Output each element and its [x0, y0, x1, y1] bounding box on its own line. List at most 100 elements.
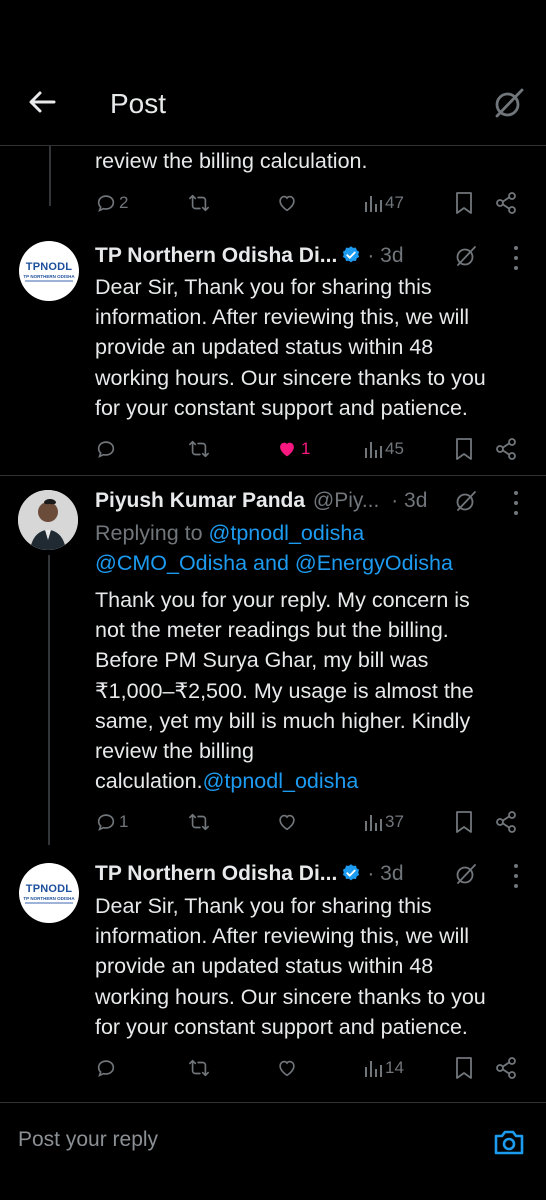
repost-button[interactable] — [187, 1053, 211, 1083]
reply-button[interactable]: 1 — [95, 807, 128, 837]
share-icon — [496, 192, 516, 214]
mention-link[interactable]: @tpnodl_odisha — [209, 521, 365, 545]
author-name[interactable]: Piyush Kumar Panda — [95, 489, 305, 512]
like-count: 1 — [301, 439, 311, 458]
top-app-bar: Post — [0, 60, 546, 146]
repost-icon — [189, 194, 209, 212]
views-button[interactable]: 47 — [363, 188, 404, 218]
bookmark-icon — [456, 1057, 472, 1079]
share-button[interactable] — [495, 807, 517, 837]
like-button[interactable] — [275, 1053, 299, 1083]
views-icon — [365, 442, 382, 458]
views-button[interactable]: 37 — [363, 807, 404, 837]
post-text: Thank you for your reply. My concern is … — [95, 588, 474, 794]
author-name[interactable]: TP Northern Odisha Di... — [95, 862, 337, 885]
views-button[interactable]: 14 — [363, 1053, 404, 1083]
avatar[interactable]: TPNODL TP NORTHERN ODISHA — [19, 241, 79, 301]
reply-icon — [97, 1060, 115, 1077]
grok-icon[interactable] — [454, 862, 478, 886]
replying-label: Replying to — [95, 521, 209, 545]
replying-and: and — [247, 551, 295, 576]
post-text: Dear Sir, Thank you for sharing this inf… — [95, 894, 486, 1039]
verified-icon — [343, 246, 360, 263]
avatar-logo-text: TPNODL — [25, 883, 73, 895]
repost-icon — [189, 1059, 209, 1077]
views-count: 14 — [385, 1058, 404, 1077]
avatar-logo-line — [25, 280, 73, 282]
avatar[interactable]: TPNODL TP NORTHERN ODISHA — [19, 863, 79, 923]
bookmark-icon — [456, 192, 472, 214]
repost-button[interactable] — [187, 807, 211, 837]
reply-input[interactable]: Post your reply — [18, 1128, 158, 1152]
views-count: 37 — [385, 812, 404, 831]
repost-button[interactable] — [187, 188, 211, 218]
repost-button[interactable] — [187, 434, 211, 464]
share-button[interactable] — [495, 434, 517, 464]
thread-line — [48, 555, 50, 845]
mention-link[interactable]: @CMO_Odisha — [95, 551, 247, 575]
replying-to: Replying to @tpnodl_odisha @CMO_Odisha a… — [95, 518, 453, 578]
views-icon — [365, 815, 382, 831]
page-title: Post — [110, 88, 167, 119]
post-header: TP Northern Odisha Di... · 3d — [95, 859, 404, 889]
avatar-logo-text: TPNODL — [25, 261, 73, 273]
post-time[interactable]: · 3d — [367, 862, 403, 885]
bookmark-icon — [456, 438, 472, 460]
more-icon[interactable] — [512, 864, 520, 888]
bookmark-button[interactable] — [454, 434, 474, 464]
grok-icon[interactable] — [454, 489, 478, 513]
mention-link[interactable]: @EnergyOdisha — [295, 551, 453, 575]
back-arrow-icon[interactable] — [26, 86, 58, 118]
avatar-logo-subtext: TP NORTHERN ODISHA — [23, 896, 75, 901]
more-icon[interactable] — [512, 491, 520, 515]
like-button[interactable] — [275, 807, 299, 837]
like-button[interactable]: 1 — [275, 434, 310, 464]
reply-button[interactable]: 2 — [95, 188, 128, 218]
grok-icon[interactable] — [492, 86, 526, 120]
post-header: TP Northern Odisha Di... · 3d — [95, 241, 404, 271]
avatar[interactable] — [18, 490, 78, 550]
views-icon — [365, 196, 382, 212]
reply-icon — [97, 195, 115, 212]
post-divider — [0, 475, 546, 476]
more-icon[interactable] — [512, 246, 520, 270]
views-count: 45 — [385, 439, 404, 458]
bookmark-button[interactable] — [454, 188, 474, 218]
bookmark-button[interactable] — [454, 1053, 474, 1083]
views-button[interactable]: 45 — [363, 434, 404, 464]
header-divider — [0, 145, 546, 146]
share-icon — [496, 811, 516, 833]
mention-link[interactable]: @tpnodl_odisha — [203, 769, 359, 793]
grok-icon[interactable] — [454, 244, 478, 268]
avatar-logo-subtext: TP NORTHERN ODISHA — [23, 274, 75, 279]
top-post-text: review the billing calculation. — [95, 149, 368, 173]
reply-icon — [97, 441, 115, 458]
like-icon — [279, 814, 295, 831]
bookmark-button[interactable] — [454, 807, 474, 837]
avatar-logo-line — [25, 902, 73, 904]
like-button[interactable] — [275, 188, 299, 218]
thread-line-top — [49, 146, 51, 206]
share-button[interactable] — [495, 188, 517, 218]
like-icon — [280, 442, 294, 457]
bookmark-icon — [456, 811, 472, 833]
author-name[interactable]: TP Northern Odisha Di... — [95, 244, 337, 267]
repost-icon — [189, 440, 209, 458]
reply-button[interactable] — [95, 1053, 117, 1083]
views-count: 47 — [385, 193, 404, 212]
post-time[interactable]: · 3d — [391, 489, 427, 512]
camera-icon[interactable] — [492, 1125, 526, 1159]
share-icon — [496, 438, 516, 460]
like-icon — [279, 1060, 295, 1077]
views-icon — [365, 1061, 382, 1077]
post-header: Piyush Kumar Panda @Piy... · 3d — [95, 486, 427, 516]
repost-icon — [189, 813, 209, 831]
verified-icon — [343, 864, 360, 881]
share-button[interactable] — [495, 1053, 517, 1083]
post-text: Dear Sir, Thank you for sharing this inf… — [95, 275, 486, 420]
reply-count: 1 — [119, 812, 129, 831]
author-handle[interactable]: @Piy... — [313, 489, 379, 512]
share-icon — [496, 1057, 516, 1079]
reply-button[interactable] — [95, 434, 117, 464]
post-time[interactable]: · 3d — [367, 244, 403, 267]
